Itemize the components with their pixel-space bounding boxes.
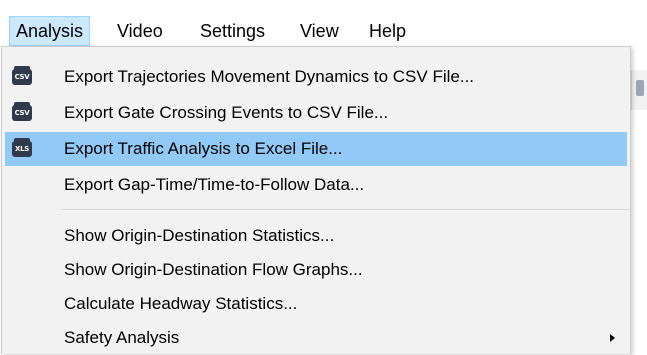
menu-item-export-gate-crossing-csv[interactable]: CSV Export Gate Crossing Events to CSV F… xyxy=(5,96,627,130)
menu-item-label: Export Gap-Time/Time-to-Follow Data... xyxy=(64,175,365,194)
menu-bar: Analysis Video Settings View Help xyxy=(0,0,647,46)
menu-item-label: Export Gate Crossing Events to CSV File.… xyxy=(64,103,389,122)
analysis-dropdown-menu: CSV Export Trajectories Movement Dynamic… xyxy=(1,46,631,354)
menu-item-label: Show Origin-Destination Flow Graphs... xyxy=(64,260,363,279)
menu-item-label: Export Traffic Analysis to Excel File... xyxy=(64,139,343,158)
menu-settings[interactable]: Settings xyxy=(194,16,271,46)
menu-item-label: Export Trajectories Movement Dynamics to… xyxy=(64,67,475,86)
menu-item-headway-statistics[interactable]: Calculate Headway Statistics... xyxy=(5,287,627,321)
xls-file-icon: XLS xyxy=(12,138,32,157)
csv-file-icon: CSV xyxy=(12,66,32,85)
menu-item-export-gap-time[interactable]: Export Gap-Time/Time-to-Follow Data... xyxy=(5,168,627,202)
menu-item-export-trajectories-csv[interactable]: CSV Export Trajectories Movement Dynamic… xyxy=(5,60,627,94)
menu-help[interactable]: Help xyxy=(363,16,412,46)
menu-video[interactable]: Video xyxy=(111,16,169,46)
menu-view[interactable]: View xyxy=(294,16,345,46)
menu-analysis[interactable]: Analysis xyxy=(9,16,91,46)
menu-item-origin-destination-statistics[interactable]: Show Origin-Destination Statistics... xyxy=(5,219,627,253)
submenu-arrow-icon xyxy=(610,334,615,342)
menu-item-label: Safety Analysis xyxy=(64,328,180,347)
csv-file-icon: CSV xyxy=(12,102,32,121)
menu-item-origin-destination-flow-graphs[interactable]: Show Origin-Destination Flow Graphs... xyxy=(5,253,627,287)
menu-separator xyxy=(61,209,629,210)
menu-item-safety-analysis[interactable]: Safety Analysis xyxy=(5,321,627,355)
menu-item-label: Show Origin-Destination Statistics... xyxy=(64,226,335,245)
menu-item-export-traffic-excel[interactable]: XLS Export Traffic Analysis to Excel Fil… xyxy=(5,132,627,166)
background-window-edge xyxy=(631,70,647,110)
menu-item-label: Calculate Headway Statistics... xyxy=(64,294,298,313)
